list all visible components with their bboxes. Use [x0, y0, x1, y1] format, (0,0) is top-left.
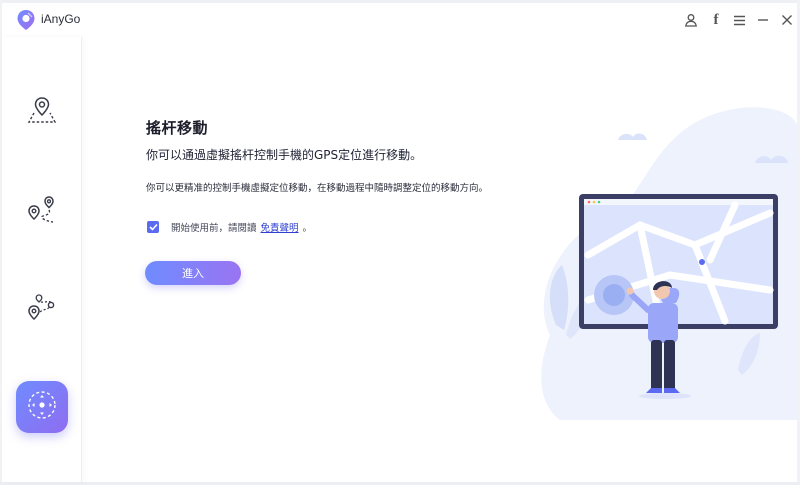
user-icon[interactable]	[681, 10, 701, 30]
page-description: 你可以更精准的控制手機虛擬定位移動，在移動過程中隨時調整定位的移動方向。	[146, 183, 489, 194]
disclaimer-agree-row: 開始使用前，請閱讀 免責聲明 。	[147, 220, 312, 234]
enter-button[interactable]: 進入	[145, 261, 241, 285]
joystick-icon	[25, 388, 59, 426]
agree-checkbox[interactable]	[147, 221, 159, 233]
sidebar-item-joystick[interactable]	[16, 381, 68, 433]
page-subtitle: 你可以通過虛擬搖杆控制手機的GPS定位進行移動。	[146, 148, 423, 162]
minimize-icon[interactable]	[753, 10, 773, 30]
pin-path-icon	[25, 291, 59, 327]
ianygo-logo-icon	[16, 9, 36, 31]
sidebar-item-location-change[interactable]	[22, 93, 62, 133]
app-window: iAnyGo f 搖杆移動 你可以通過虛擬搖杆控制手機的GPS定位進行移動。 你…	[0, 0, 800, 485]
sidebar-item-multi-spot[interactable]	[22, 192, 62, 232]
app-title: iAnyGo	[41, 12, 81, 26]
facebook-icon[interactable]: f	[706, 10, 726, 30]
sidebar-item-two-spot[interactable]	[22, 289, 62, 329]
pin-map-icon	[25, 96, 59, 130]
page-title: 搖杆移動	[146, 119, 209, 137]
menu-icon[interactable]	[729, 10, 749, 30]
agree-end-punctuation: 。	[302, 223, 313, 234]
joystick-illustration	[520, 85, 797, 425]
close-icon[interactable]	[777, 10, 797, 30]
multi-pin-route-icon	[25, 194, 59, 230]
disclaimer-link[interactable]: 免責聲明	[261, 220, 299, 234]
title-bar: iAnyGo f	[2, 3, 797, 37]
agree-text: 開始使用前，請閱讀	[171, 223, 257, 234]
sidebar	[2, 37, 82, 482]
